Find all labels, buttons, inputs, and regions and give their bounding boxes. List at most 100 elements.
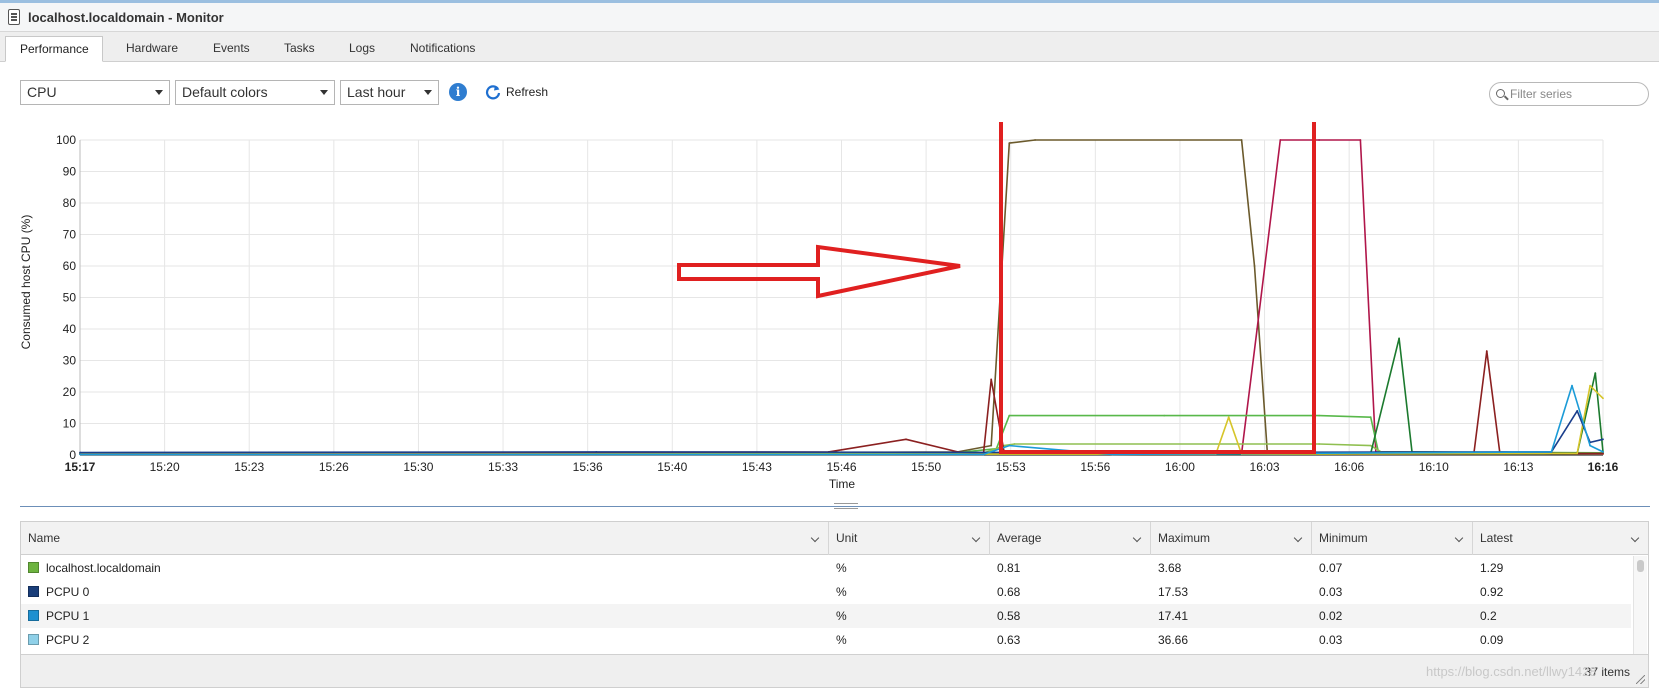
time-range-select-value: Last hour bbox=[347, 84, 406, 100]
y-tick-label: 50 bbox=[63, 291, 77, 305]
table-row[interactable]: PCPU 1 % 0.58 17.41 0.02 0.2 bbox=[21, 604, 1631, 628]
chart-grid bbox=[79, 139, 1604, 456]
chevron-down-icon[interactable] bbox=[810, 533, 820, 543]
tab-performance[interactable]: Performance bbox=[5, 36, 103, 62]
series-latest: 0.09 bbox=[1480, 633, 1504, 647]
refresh-button[interactable]: Refresh bbox=[485, 82, 548, 102]
annotation-arrow bbox=[677, 244, 961, 299]
data-point bbox=[1589, 444, 1591, 447]
series-table: Name Unit Average Maximum Minimum Latest… bbox=[20, 521, 1649, 688]
tab-events[interactable]: Events bbox=[199, 36, 264, 62]
data-point bbox=[1279, 139, 1282, 141]
series-minimum: 0.03 bbox=[1319, 633, 1343, 647]
chevron-down-icon[interactable] bbox=[1132, 533, 1142, 543]
series-latest: 0.92 bbox=[1480, 585, 1504, 599]
data-point bbox=[1013, 443, 1016, 445]
data-point bbox=[1602, 397, 1604, 400]
tab-logs[interactable]: Logs bbox=[335, 36, 389, 62]
data-point bbox=[1589, 384, 1591, 387]
chevron-down-icon[interactable] bbox=[1454, 533, 1464, 543]
refresh-icon bbox=[485, 85, 501, 100]
filter-series-input[interactable]: Filter series bbox=[1489, 82, 1649, 106]
series-color-swatch bbox=[28, 586, 39, 597]
metric-select[interactable]: CPU bbox=[20, 80, 170, 105]
x-tick-label: 15:56 bbox=[1080, 460, 1110, 474]
data-point bbox=[1256, 328, 1258, 330]
y-tick-label: 40 bbox=[63, 322, 77, 336]
column-header-name[interactable]: Name bbox=[21, 522, 829, 555]
x-tick-label: 15:36 bbox=[573, 460, 603, 474]
x-tick-label: 16:00 bbox=[1165, 460, 1195, 474]
y-tick-label: 20 bbox=[63, 385, 77, 399]
series-unit: % bbox=[836, 561, 847, 575]
column-header-maximum[interactable]: Maximum bbox=[1151, 522, 1312, 555]
tab-bar: Performance Hardware Events Tasks Logs N… bbox=[0, 32, 1659, 62]
data-point bbox=[905, 438, 907, 441]
chevron-down-icon[interactable] bbox=[1293, 533, 1303, 543]
y-tick-label: 70 bbox=[63, 228, 77, 242]
data-point bbox=[1359, 139, 1362, 141]
data-point bbox=[1571, 384, 1573, 387]
series-color-swatch bbox=[28, 634, 39, 645]
x-tick-label: 15:20 bbox=[150, 460, 180, 474]
series-average: 0.81 bbox=[997, 561, 1021, 575]
y-tick-label: 30 bbox=[63, 354, 77, 368]
tab-notifications[interactable]: Notifications bbox=[396, 36, 489, 62]
tab-tasks[interactable]: Tasks bbox=[270, 36, 329, 62]
window-titlebar: localhost.localdomain - Monitor bbox=[0, 0, 1659, 32]
y-axis-label: Consumed host CPU (%) bbox=[19, 215, 33, 350]
column-header-unit[interactable]: Unit bbox=[829, 522, 990, 555]
data-point bbox=[1398, 337, 1400, 340]
table-row[interactable]: PCPU 0 % 0.68 17.53 0.03 0.92 bbox=[21, 580, 1631, 604]
data-point bbox=[1485, 350, 1488, 352]
x-tick-label: 15:40 bbox=[657, 460, 687, 474]
x-axis-label: Time bbox=[829, 477, 856, 491]
series-name: PCPU 0 bbox=[46, 585, 90, 599]
tab-hardware[interactable]: Hardware bbox=[112, 36, 192, 62]
data-point bbox=[1602, 438, 1604, 441]
data-point bbox=[1576, 452, 1579, 455]
scrollbar-thumb[interactable] bbox=[1637, 560, 1644, 572]
column-header-label: Average bbox=[997, 531, 1042, 545]
table-row[interactable]: PCPU 2 % 0.63 36.66 0.03 0.09 bbox=[21, 628, 1631, 652]
table-header: Name Unit Average Maximum Minimum Latest bbox=[21, 522, 1648, 555]
y-tick-label: 10 bbox=[63, 417, 77, 431]
host-icon bbox=[8, 9, 20, 25]
window-title: localhost.localdomain - Monitor bbox=[28, 9, 224, 25]
refresh-label: Refresh bbox=[506, 85, 549, 99]
table-row[interactable]: localhost.localdomain % 0.81 3.68 0.07 1… bbox=[21, 556, 1631, 580]
data-point bbox=[1163, 414, 1166, 417]
x-tick-label: 15:33 bbox=[488, 460, 518, 474]
chevron-down-icon bbox=[155, 90, 163, 95]
x-axis: 15:17 15:20 15:23 15:26 15:30 15:33 15:36 15:40… bbox=[65, 460, 1619, 474]
column-header-average[interactable]: Average bbox=[990, 522, 1151, 555]
table-scrollbar[interactable] bbox=[1633, 556, 1647, 654]
y-tick-label: 90 bbox=[63, 165, 77, 179]
series-color-swatch bbox=[28, 562, 39, 573]
time-range-select[interactable]: Last hour bbox=[340, 80, 439, 105]
x-tick-label: 15:50 bbox=[911, 460, 941, 474]
data-point bbox=[1253, 265, 1256, 267]
y-tick-label: 80 bbox=[63, 196, 77, 210]
data-point bbox=[1318, 414, 1320, 417]
x-tick-label: 15:17 bbox=[65, 460, 96, 474]
info-icon[interactable]: i bbox=[449, 83, 467, 101]
data-point bbox=[1008, 142, 1011, 144]
column-header-minimum[interactable]: Minimum bbox=[1312, 522, 1473, 555]
chevron-down-icon[interactable] bbox=[971, 533, 981, 543]
y-axis: 0102030405060708090100 bbox=[56, 133, 76, 462]
column-header-label: Latest bbox=[1480, 531, 1513, 545]
x-tick-label: 16:13 bbox=[1503, 460, 1533, 474]
column-header-latest[interactable]: Latest bbox=[1473, 522, 1648, 555]
x-tick-label: 15:43 bbox=[742, 460, 772, 474]
splitter-grip-icon[interactable] bbox=[834, 503, 858, 509]
column-header-label: Minimum bbox=[1319, 531, 1368, 545]
series-unit: % bbox=[836, 609, 847, 623]
chevron-down-icon[interactable] bbox=[1630, 533, 1640, 543]
y-tick-label: 60 bbox=[63, 259, 77, 273]
data-point bbox=[595, 451, 598, 453]
data-point bbox=[79, 453, 81, 456]
resize-handle-icon[interactable] bbox=[1636, 675, 1645, 684]
color-scheme-select[interactable]: Default colors bbox=[175, 80, 335, 105]
search-icon bbox=[1496, 89, 1505, 98]
